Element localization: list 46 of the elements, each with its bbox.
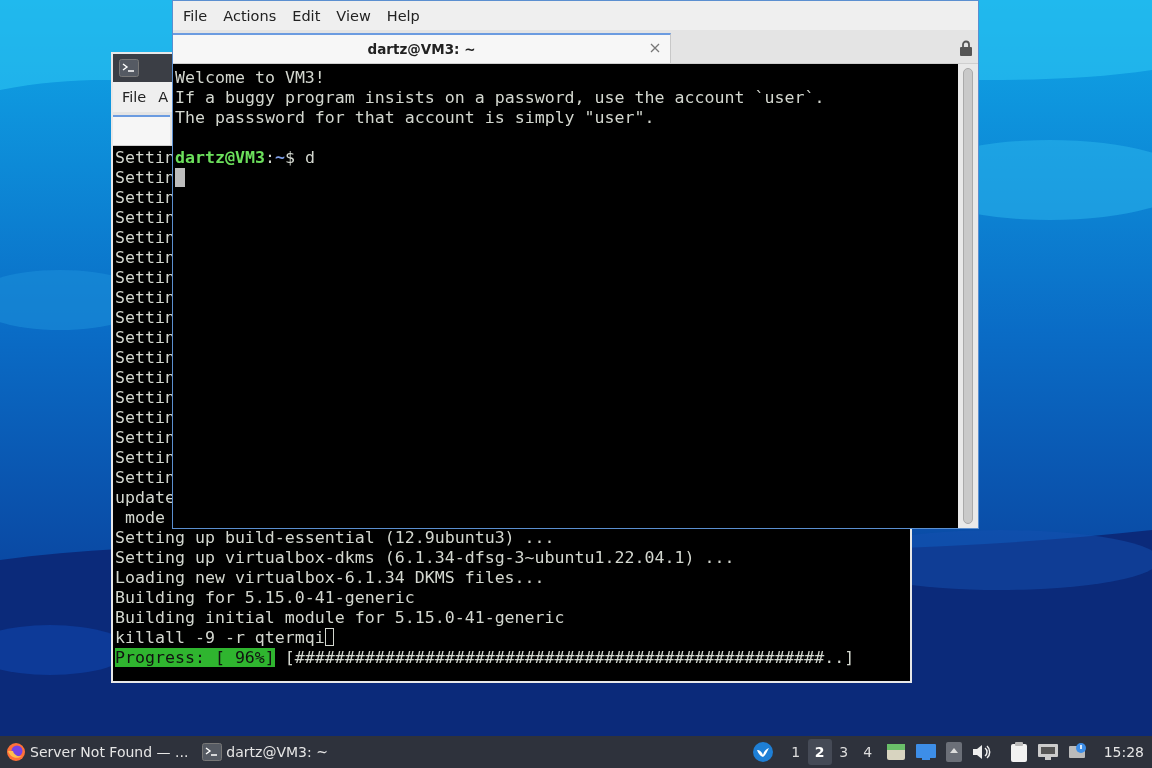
terminal-line: mode bbox=[124, 508, 165, 527]
taskbar-button[interactable]: Server Not Found — ... bbox=[0, 736, 197, 768]
terminal-line: update bbox=[115, 488, 175, 507]
screen-icon[interactable] bbox=[914, 743, 937, 761]
browser-icon bbox=[6, 742, 26, 762]
workspace-button[interactable]: 2 bbox=[807, 739, 832, 765]
tab[interactable]: dartz@VM3: ~ bbox=[173, 33, 671, 63]
terminal-line: Welcome to VM3! bbox=[175, 68, 325, 87]
progress-bar-text: [#####################################################..] bbox=[284, 648, 855, 667]
menu-item[interactable]: Actions bbox=[215, 7, 285, 24]
clock[interactable]: 15:28 bbox=[1093, 744, 1152, 760]
terminal-line: The passsword for that account is simply "user". bbox=[175, 108, 655, 127]
menu-item[interactable]: Edit bbox=[284, 7, 329, 24]
terminal-line: Setting up build-essential (12.9ubuntu3) ... bbox=[115, 528, 555, 547]
drive-icon[interactable] bbox=[885, 742, 906, 762]
workspace-button[interactable]: 4 bbox=[855, 739, 880, 765]
close-icon[interactable] bbox=[650, 43, 660, 53]
text-cursor bbox=[175, 168, 185, 187]
scrollbar-thumb[interactable] bbox=[963, 68, 973, 524]
progress-label: Progress: [ 96%] bbox=[115, 648, 275, 667]
terminal-line: Building for 5.15.0-41-generic bbox=[115, 588, 415, 607]
terminal-line: killall -9 -r qtermqi bbox=[115, 628, 325, 647]
terminal-line: Setting up virtualbox-dkms (6.1.34-dfsg-3~ubuntu1.22.04.1) ... bbox=[115, 548, 735, 567]
terminal-line: Loading new virtualbox-6.1.34 DKMS files... bbox=[115, 568, 545, 587]
prompt-separator: : bbox=[264, 148, 275, 167]
menu-item[interactable]: Help bbox=[378, 7, 428, 24]
prompt-command: $ d bbox=[284, 148, 315, 167]
menu-item[interactable]: File bbox=[175, 7, 216, 24]
workspace-button[interactable]: 3 bbox=[831, 739, 856, 765]
speaker-icon[interactable] bbox=[970, 743, 991, 761]
clipboard-icon[interactable] bbox=[1009, 741, 1028, 763]
terminal-line: Building initial module for 5.15.0-41-generic bbox=[115, 608, 565, 627]
prompt-user: dartz@VM3 bbox=[175, 148, 265, 167]
taskbar-button[interactable]: dartz@VM3: ~ bbox=[196, 736, 336, 768]
prompt-path: ~ bbox=[274, 148, 285, 167]
menu-item[interactable]: File bbox=[122, 89, 147, 105]
terminal-icon bbox=[119, 59, 139, 77]
lock-icon[interactable] bbox=[960, 40, 972, 56]
menu-item[interactable]: View bbox=[328, 7, 379, 24]
text-cursor bbox=[324, 628, 334, 646]
workspace-button[interactable]: 1 bbox=[783, 739, 808, 765]
terminal-line: If a buggy program insists on a password, use the account `user`. bbox=[175, 88, 825, 107]
tab[interactable] bbox=[113, 115, 170, 145]
menu-item[interactable]: A bbox=[158, 89, 169, 105]
terminal-icon bbox=[202, 743, 223, 761]
network-icon[interactable] bbox=[1036, 743, 1059, 761]
